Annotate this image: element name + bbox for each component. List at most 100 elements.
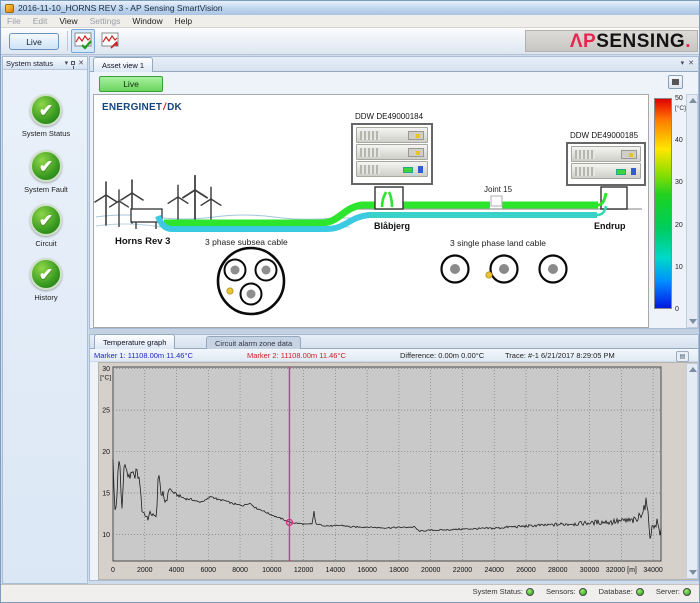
menu-help[interactable]: Help [169, 16, 198, 26]
subsea-cable-cross-section [218, 248, 284, 314]
svg-text:10000: 10000 [262, 567, 282, 574]
trace-readout: Trace: #-1 6/21/2017 8:29:05 PM [505, 351, 615, 360]
scale-tick: 0 [675, 306, 679, 313]
svg-text:15: 15 [102, 491, 110, 498]
asset-tabstrip: Asset view 1 ▾ ✕ [90, 57, 698, 72]
land-cable-cross-sections [442, 256, 567, 283]
svg-text:34000: 34000 [643, 567, 663, 574]
chart-check-icon [74, 32, 92, 50]
ddw1-label: DDW DE49000184 [355, 112, 423, 121]
graph-scrollbar[interactable] [686, 363, 698, 579]
svg-text:22000: 22000 [453, 567, 473, 574]
svg-text:26000: 26000 [516, 567, 536, 574]
scroll-up-icon[interactable] [689, 98, 697, 103]
svg-text:20000: 20000 [421, 567, 441, 574]
energinet-logo: ENERGINET/DK [102, 102, 182, 113]
green-led-icon [579, 588, 587, 596]
snapshot-icon [672, 79, 679, 85]
svg-text:25: 25 [102, 408, 110, 415]
close-icon[interactable]: ✕ [78, 59, 84, 67]
window-title: 2016-11-10_HORNS REV 3 - AP Sensing Smar… [18, 3, 223, 13]
ddw1-device-box [351, 123, 433, 185]
sidebar-item-system-fault[interactable]: ✔ System Fault [3, 150, 89, 194]
ddw2-label: DDW DE49000185 [570, 131, 638, 140]
ddw-device-unit [356, 161, 428, 177]
svg-text:28000: 28000 [548, 567, 568, 574]
menu-edit[interactable]: Edit [27, 16, 54, 26]
svg-text:24000: 24000 [484, 567, 504, 574]
graph-menu-button[interactable]: ▤ [676, 351, 689, 362]
tab-list-dropdown-icon[interactable]: ▾ [681, 59, 685, 67]
status-sensors: Sensors: [546, 587, 587, 596]
scale-tick: 40 [675, 137, 683, 144]
graph-view-check-button[interactable] [71, 29, 95, 53]
menu-settings[interactable]: Settings [84, 16, 127, 26]
graph-view-alt-button[interactable] [98, 29, 122, 53]
blabjerg-building [375, 187, 403, 209]
live-mode-button[interactable]: Live [9, 33, 59, 50]
tab-asset-view-1[interactable]: Asset view 1 [93, 57, 153, 72]
joint-label: Joint 15 [484, 185, 512, 194]
asset-diagram: ENERGINET/DK DDW DE49000184 DDW DE490001… [93, 94, 649, 328]
sidebar-item-label: System Fault [3, 185, 89, 194]
marker1-readout: Marker 1: 11108.00m 11.46°C [94, 351, 193, 360]
menu-bar: File Edit View Settings Window Help [1, 15, 700, 28]
asset-view-panel: Asset view 1 ▾ ✕ Live [89, 56, 699, 329]
svg-text:12000: 12000 [294, 567, 314, 574]
tab-circuit-alarm-zone-data[interactable]: Circuit alarm zone data [206, 336, 301, 349]
svg-text:18000: 18000 [389, 567, 409, 574]
menu-file[interactable]: File [1, 16, 27, 26]
status-ok-icon: ✔ [30, 150, 62, 182]
temperature-chart[interactable]: 0200040006000800010000120001400016000180… [98, 362, 698, 580]
sidebar-item-history[interactable]: ✔ History [3, 258, 89, 302]
asset-live-button[interactable]: Live [99, 76, 163, 92]
chart-arrow-icon [101, 32, 119, 50]
svg-text:30: 30 [102, 366, 110, 373]
snapshot-button[interactable] [668, 75, 683, 89]
scale-unit: [°C] [675, 105, 686, 112]
status-server: Server: [656, 587, 691, 596]
scale-tick: 50 [675, 95, 683, 102]
sidebar-item-circuit[interactable]: ✔ Circuit [3, 204, 89, 248]
svg-text:0: 0 [111, 567, 115, 574]
scroll-up-icon[interactable] [689, 367, 697, 372]
sidebar-item-label: Circuit [3, 239, 89, 248]
scale-tick: 10 [675, 264, 683, 271]
green-led-icon [526, 588, 534, 596]
status-ok-icon: ✔ [30, 94, 62, 126]
status-database: Database: [599, 587, 644, 596]
app-icon [5, 4, 14, 13]
ddw2-device-box [566, 142, 646, 186]
tab-close-icon[interactable]: ✕ [688, 59, 694, 67]
pin-icon[interactable] [71, 61, 75, 65]
marker-info-bar: Marker 1: 11108.00m 11.46°C Marker 2: 11… [90, 349, 698, 362]
dropdown-icon[interactable]: ▾ [65, 59, 69, 67]
app-window: 2016-11-10_HORNS REV 3 - AP Sensing Smar… [0, 0, 700, 603]
brand-dot: . [685, 31, 691, 52]
tab-temperature-graph[interactable]: Temperature graph [94, 334, 175, 349]
sidebar-item-system-status[interactable]: ✔ System Status [3, 94, 89, 138]
scale-tick: 20 [675, 222, 683, 229]
chart-canvas: 0200040006000800010000120001400016000180… [99, 363, 697, 579]
menu-view[interactable]: View [53, 16, 83, 26]
scroll-down-icon[interactable] [689, 570, 697, 575]
status-ok-icon: ✔ [30, 258, 62, 290]
svg-text:2000: 2000 [137, 567, 153, 574]
asset-scrollbar[interactable] [686, 94, 698, 328]
menu-window[interactable]: Window [126, 16, 168, 26]
sidebar-title: System status [6, 59, 53, 68]
svg-text:32000 [m]: 32000 [m] [606, 567, 637, 574]
svg-text:[°C]: [°C] [100, 374, 111, 382]
svg-text:16000: 16000 [357, 567, 377, 574]
brand-red-text: ΛP [570, 31, 596, 52]
svg-text:30000: 30000 [580, 567, 600, 574]
ap-sensing-logo: ΛPSENSING. [525, 30, 698, 52]
sidebar-item-label: History [3, 293, 89, 302]
status-ok-icon: ✔ [30, 204, 62, 236]
sidebar-item-label: System Status [3, 129, 89, 138]
title-bar: 2016-11-10_HORNS REV 3 - AP Sensing Smar… [1, 1, 700, 15]
fiber-marker-dot [227, 288, 233, 294]
ddw-device-unit [571, 146, 641, 162]
status-bar: System Status: Sensors: Database: Server… [1, 584, 700, 603]
scroll-down-icon[interactable] [689, 319, 697, 324]
